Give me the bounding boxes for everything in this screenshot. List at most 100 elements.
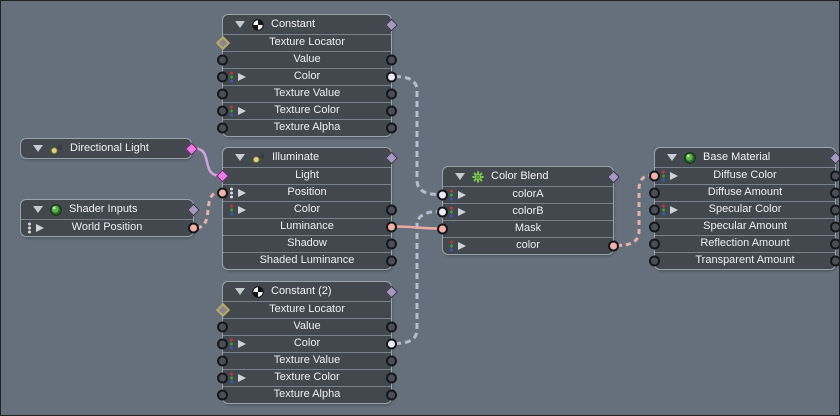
port-row-texture-alpha[interactable]: Texture Alpha <box>223 119 391 136</box>
output-socket[interactable] <box>188 222 199 233</box>
node-base-material[interactable]: Base MaterialDiffuse ColorDiffuse Amount… <box>655 148 835 269</box>
output-socket[interactable] <box>386 238 397 249</box>
output-socket[interactable] <box>386 71 397 82</box>
port-row-color[interactable]: color <box>443 237 613 254</box>
collapse-triangle-icon[interactable] <box>33 206 43 213</box>
output-socket[interactable] <box>386 321 397 332</box>
port-row-luminance[interactable]: Luminance <box>223 218 391 235</box>
port-label: Texture Color <box>223 102 391 119</box>
collapse-triangle-icon[interactable] <box>235 154 245 161</box>
output-socket[interactable] <box>386 88 397 99</box>
node-header-color-blend[interactable]: Color Blend <box>443 167 613 186</box>
port-row-colorb[interactable]: colorB <box>443 203 613 220</box>
port-label: Color <box>223 68 391 85</box>
wire-color-blend-to-base-material[interactable] <box>617 176 651 246</box>
port-label: Transparent Amount <box>655 252 835 269</box>
port-label: Specular Amount <box>655 218 835 235</box>
node-title: Shader Inputs <box>69 200 138 219</box>
node-title: Constant (2) <box>271 282 332 301</box>
port-row-texture-color[interactable]: Texture Color <box>223 369 391 386</box>
collapse-triangle-icon[interactable] <box>235 21 245 28</box>
output-socket[interactable] <box>830 255 840 266</box>
node-constant[interactable]: ConstantTexture LocatorValueColorTexture… <box>223 15 391 136</box>
output-socket[interactable] <box>608 240 619 251</box>
output-socket[interactable] <box>386 372 397 383</box>
port-row-color[interactable]: Color <box>223 68 391 85</box>
output-socket[interactable] <box>830 170 840 181</box>
port-row-specular-color[interactable]: Specular Color <box>655 201 835 218</box>
node-title: Color Blend <box>491 167 548 186</box>
port-label: Value <box>223 318 391 335</box>
port-row-shaded-luminance[interactable]: Shaded Luminance <box>223 252 391 269</box>
node-graph-canvas[interactable]: ConstantTexture LocatorValueColorTexture… <box>0 0 840 416</box>
node-shader-inputs[interactable]: Shader InputsWorld Position <box>21 200 193 236</box>
output-socket[interactable] <box>386 389 397 400</box>
port-row-diffuse-color[interactable]: Diffuse Color <box>655 167 835 184</box>
port-row-texture-locator[interactable]: Texture Locator <box>223 301 391 318</box>
port-row-mask[interactable]: Mask <box>443 220 613 237</box>
port-label: Luminance <box>223 218 391 235</box>
node-directional-light[interactable]: Directional Light <box>21 139 191 158</box>
collapse-triangle-icon[interactable] <box>455 173 465 180</box>
output-socket[interactable] <box>386 338 397 349</box>
node-header-shader-inputs[interactable]: Shader Inputs <box>21 200 193 219</box>
port-row-texture-color[interactable]: Texture Color <box>223 102 391 119</box>
output-socket[interactable] <box>386 221 397 232</box>
output-socket[interactable] <box>830 238 840 249</box>
node-header-constant[interactable]: Constant <box>223 15 391 34</box>
port-row-transparent-amount[interactable]: Transparent Amount <box>655 252 835 269</box>
port-row-reflection-amount[interactable]: Reflection Amount <box>655 235 835 252</box>
wire-constant-2-to-color-blend[interactable] <box>395 212 439 344</box>
port-row-texture-alpha[interactable]: Texture Alpha <box>223 386 391 403</box>
port-row-diffuse-amount[interactable]: Diffuse Amount <box>655 184 835 201</box>
output-socket[interactable] <box>830 187 840 198</box>
output-socket[interactable] <box>386 355 397 366</box>
output-socket[interactable] <box>386 122 397 133</box>
wire-directional-light-to-illuminate[interactable] <box>195 149 219 176</box>
lamp-icon <box>252 152 265 164</box>
port-row-value[interactable]: Value <box>223 318 391 335</box>
node-header-constant-2[interactable]: Constant (2) <box>223 282 391 301</box>
port-row-world-position[interactable]: World Position <box>21 219 193 236</box>
port-label: World Position <box>21 219 193 236</box>
node-header-directional-light[interactable]: Directional Light <box>21 139 191 158</box>
port-label: color <box>443 237 613 254</box>
wire-constant-to-color-blend[interactable] <box>395 77 439 195</box>
gear-icon <box>472 171 484 183</box>
collapse-triangle-icon[interactable] <box>235 288 245 295</box>
port-row-colora[interactable]: colorA <box>443 186 613 203</box>
output-socket[interactable] <box>386 204 397 215</box>
output-socket[interactable] <box>830 204 840 215</box>
port-row-value[interactable]: Value <box>223 51 391 68</box>
output-socket[interactable] <box>386 255 397 266</box>
output-socket[interactable] <box>830 221 840 232</box>
collapse-triangle-icon[interactable] <box>33 145 43 152</box>
wire-illuminate-to-color-blend[interactable] <box>395 227 439 229</box>
port-row-texture-value[interactable]: Texture Value <box>223 352 391 369</box>
port-row-texture-locator[interactable]: Texture Locator <box>223 34 391 51</box>
port-row-light[interactable]: Light <box>223 167 391 184</box>
port-label: Texture Alpha <box>223 386 391 403</box>
collapse-triangle-icon[interactable] <box>667 154 677 161</box>
port-row-specular-amount[interactable]: Specular Amount <box>655 218 835 235</box>
port-row-position[interactable]: Position <box>223 184 391 201</box>
port-label: colorB <box>443 203 613 220</box>
port-row-color[interactable]: Color <box>223 201 391 218</box>
port-label: Color <box>223 335 391 352</box>
port-row-color[interactable]: Color <box>223 335 391 352</box>
green-ball-icon <box>684 152 696 164</box>
port-label: Texture Locator <box>223 34 391 51</box>
node-header-illuminate[interactable]: Illuminate <box>223 148 391 167</box>
green-ball-icon <box>50 204 62 216</box>
checker-ball-icon <box>252 19 264 31</box>
output-socket[interactable] <box>386 105 397 116</box>
port-label: Specular Color <box>655 201 835 218</box>
node-header-base-material[interactable]: Base Material <box>655 148 835 167</box>
node-constant-2[interactable]: Constant (2)Texture LocatorValueColorTex… <box>223 282 391 403</box>
wire-shader-inputs-to-illuminate[interactable] <box>197 193 219 228</box>
output-socket[interactable] <box>386 54 397 65</box>
port-row-texture-value[interactable]: Texture Value <box>223 85 391 102</box>
node-illuminate[interactable]: IlluminateLightPositionColorLuminanceSha… <box>223 148 391 269</box>
port-row-shadow[interactable]: Shadow <box>223 235 391 252</box>
node-color-blend[interactable]: Color BlendcolorAcolorBMaskcolor <box>443 167 613 254</box>
